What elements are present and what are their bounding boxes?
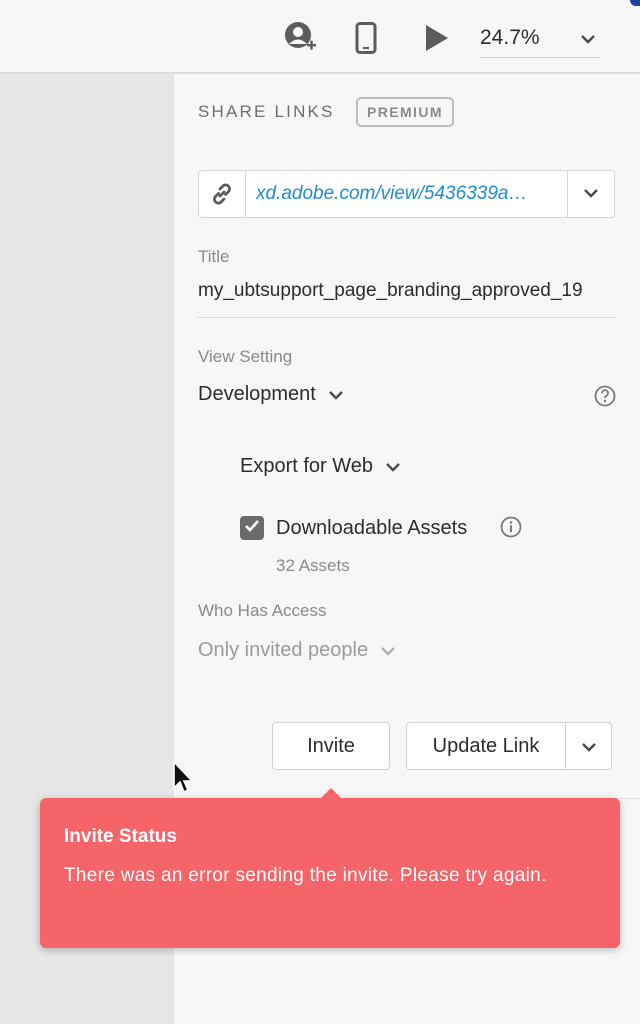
chevron-down-icon xyxy=(380,639,396,662)
assets-count: 32 Assets xyxy=(276,556,350,575)
link-options-button[interactable] xyxy=(567,171,614,217)
zoom-dropdown[interactable]: 24.7% xyxy=(480,18,600,58)
title-label: Title xyxy=(198,247,230,266)
update-link-group: Update Link xyxy=(406,722,612,770)
chevron-down-icon xyxy=(583,185,599,203)
export-dropdown[interactable]: Export for Web xyxy=(240,455,401,478)
share-link-field[interactable]: xd.adobe.com/view/5436339a… xyxy=(198,170,615,218)
mouse-cursor-icon xyxy=(172,759,196,801)
chevron-down-icon xyxy=(581,735,597,758)
top-toolbar: 24.7% xyxy=(0,0,640,74)
section-title: SHARE LINKS xyxy=(198,102,335,121)
zoom-value: 24.7% xyxy=(480,25,540,49)
info-icon[interactable] xyxy=(500,516,522,543)
downloadable-assets-checkbox[interactable] xyxy=(240,516,264,540)
view-setting-value: Development xyxy=(198,383,316,405)
view-setting-label: View Setting xyxy=(198,347,293,366)
update-link-button[interactable]: Update Link xyxy=(406,722,566,770)
title-input[interactable]: my_ubtsupport_page_branding_approved_19 xyxy=(198,280,615,318)
premium-badge: PREMIUM xyxy=(356,97,454,127)
link-icon[interactable] xyxy=(199,171,246,217)
checkmark-icon xyxy=(244,519,260,538)
chevron-down-icon xyxy=(580,26,596,50)
invite-status-toast: Invite Status There was an error sending… xyxy=(40,788,620,948)
window-accent xyxy=(630,0,640,6)
help-icon[interactable] xyxy=(594,385,616,412)
chevron-down-icon xyxy=(328,383,344,406)
export-value: Export for Web xyxy=(240,455,374,477)
play-icon[interactable] xyxy=(418,20,454,56)
share-link-url-text: xd.adobe.com/view/5436339a… xyxy=(256,183,528,204)
user-plus-icon[interactable] xyxy=(282,20,318,56)
toast-pointer xyxy=(320,788,342,799)
view-setting-dropdown[interactable]: Development xyxy=(198,383,344,406)
access-value: Only invited people xyxy=(198,639,369,661)
update-options-button[interactable] xyxy=(566,722,612,770)
invite-button[interactable]: Invite xyxy=(272,722,390,770)
share-link-url[interactable]: xd.adobe.com/view/5436339a… xyxy=(246,171,567,217)
mobile-device-icon[interactable] xyxy=(348,20,384,56)
access-label: Who Has Access xyxy=(198,601,327,620)
toast-message: There was an error sending the invite. P… xyxy=(64,865,547,886)
toast-title: Invite Status xyxy=(64,826,177,847)
access-dropdown[interactable]: Only invited people xyxy=(198,639,396,662)
downloadable-assets-label: Downloadable Assets xyxy=(276,517,468,539)
chevron-down-icon xyxy=(385,455,401,478)
